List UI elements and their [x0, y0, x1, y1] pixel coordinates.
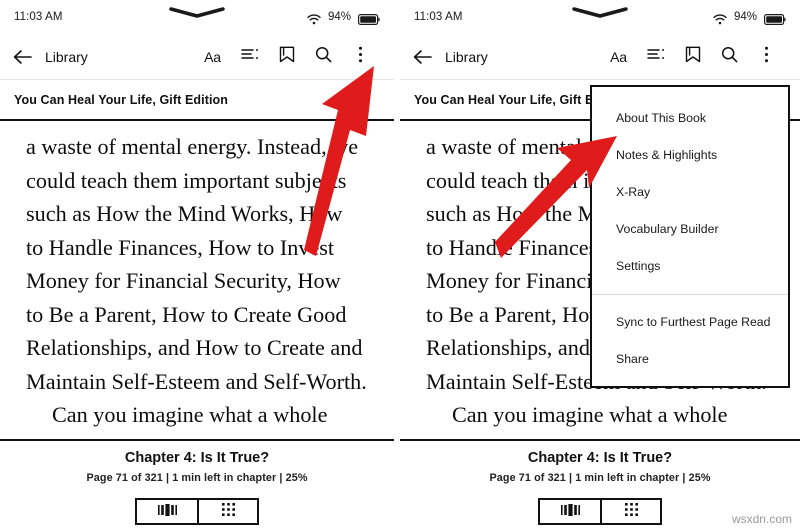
- more-options-button[interactable]: [342, 37, 379, 77]
- grid-view-button[interactable]: [600, 500, 660, 523]
- menu-item-about-this-book[interactable]: About This Book: [592, 99, 788, 136]
- toolbar-icon-group: Aa: [600, 37, 785, 77]
- more-options-icon: [358, 46, 363, 68]
- screen-right-reader-with-menu: 11:03 AM 94% Library Aa You Can Heal You…: [400, 0, 800, 532]
- body-paragraph: Can you imagine what a wholegeneration o…: [52, 402, 328, 427]
- book-title-bar: You Can Heal Your Life, Gift Edition: [0, 80, 394, 121]
- menu-item-x-ray[interactable]: X-Ray: [592, 173, 788, 210]
- search-icon: [721, 46, 738, 68]
- bookmark-icon: [685, 46, 701, 68]
- table-of-contents-button[interactable]: [637, 37, 674, 77]
- back-arrow-icon[interactable]: [413, 49, 432, 65]
- toolbar-icon-group: Aa: [194, 37, 379, 77]
- menu-item-settings[interactable]: Settings: [592, 247, 788, 284]
- search-button[interactable]: [305, 37, 342, 77]
- battery-percent: 94%: [327, 11, 351, 23]
- table-of-contents-icon: [240, 47, 259, 66]
- page-progress-info: Page 71 of 321 | 1 min left in chapter |…: [86, 472, 308, 484]
- font-size-button[interactable]: Aa: [194, 37, 231, 77]
- page-progress-info: Page 71 of 321 | 1 min left in chapter |…: [489, 472, 711, 484]
- screenshot-pair: 11:03 AM 94% Library Aa You Can Heal You…: [0, 0, 800, 532]
- more-options-icon: [764, 46, 769, 68]
- notch-indicator: [572, 6, 628, 18]
- book-body-text: a waste of mental energy. Instead, wecou…: [0, 121, 394, 430]
- reader-toolbar: Library Aa: [400, 34, 800, 80]
- table-of-contents-button[interactable]: [231, 37, 268, 77]
- body-paragraph: Can you imagine what a wholegeneration o…: [452, 402, 728, 427]
- grid-icon: [221, 502, 235, 521]
- status-time: 11:03 AM: [414, 11, 463, 23]
- menu-item-notes-and-highlights[interactable]: Notes & Highlights: [592, 136, 788, 173]
- page-title: You Can Heal Your Life, Gift Edition: [14, 92, 229, 107]
- page-view-button[interactable]: [137, 500, 197, 523]
- reader-toolbar: Library Aa: [0, 34, 394, 80]
- watermark: wsxdn.com: [731, 512, 792, 526]
- page-bars-icon: [157, 503, 177, 521]
- page-view-button[interactable]: [540, 500, 600, 523]
- page-bars-icon: [560, 503, 580, 521]
- reader-footer: Chapter 4: Is It True? Page 71 of 321 | …: [0, 439, 394, 532]
- battery-percent: 94%: [733, 11, 757, 23]
- font-size-icon: Aa: [610, 48, 627, 65]
- search-button[interactable]: [711, 37, 748, 77]
- table-of-contents-icon: [646, 47, 665, 66]
- grid-view-button[interactable]: [197, 500, 257, 523]
- battery-icon: [764, 12, 786, 25]
- status-bar: 11:03 AM 94%: [400, 0, 800, 34]
- view-mode-toggle: [135, 498, 259, 525]
- menu-item-share[interactable]: Share: [592, 340, 788, 377]
- bookmark-icon: [279, 46, 295, 68]
- menu-item-sync-to-furthest-page-read[interactable]: Sync to Furthest Page Read: [592, 303, 788, 340]
- status-right-group: 94%: [713, 11, 786, 25]
- overflow-menu: About This Book Notes & Highlights X-Ray…: [590, 85, 790, 388]
- grid-icon: [624, 502, 638, 521]
- menu-separator: [592, 294, 788, 295]
- bookmark-button[interactable]: [674, 37, 711, 77]
- chapter-label: Chapter 4: Is It True?: [124, 450, 270, 466]
- wifi-icon: [713, 12, 727, 24]
- search-icon: [315, 46, 332, 68]
- more-options-button[interactable]: [748, 37, 785, 77]
- body-paragraph: a waste of mental energy. Instead, wecou…: [26, 134, 367, 394]
- wifi-icon: [307, 12, 321, 24]
- screen-left-reader: 11:03 AM 94% Library Aa You Can Heal You…: [0, 0, 400, 532]
- font-size-icon: Aa: [204, 48, 221, 65]
- view-mode-toggle: [538, 498, 662, 525]
- back-arrow-icon[interactable]: [13, 49, 32, 65]
- font-size-button[interactable]: Aa: [600, 37, 637, 77]
- library-label[interactable]: Library: [45, 49, 88, 65]
- menu-item-vocabulary-builder[interactable]: Vocabulary Builder: [592, 210, 788, 247]
- status-right-group: 94%: [307, 11, 380, 25]
- battery-icon: [358, 12, 380, 25]
- library-label[interactable]: Library: [445, 49, 488, 65]
- bookmark-button[interactable]: [268, 37, 305, 77]
- status-bar: 11:03 AM 94%: [0, 0, 394, 34]
- notch-indicator: [169, 6, 225, 18]
- status-time: 11:03 AM: [14, 11, 63, 23]
- chapter-label: Chapter 4: Is It True?: [527, 450, 673, 466]
